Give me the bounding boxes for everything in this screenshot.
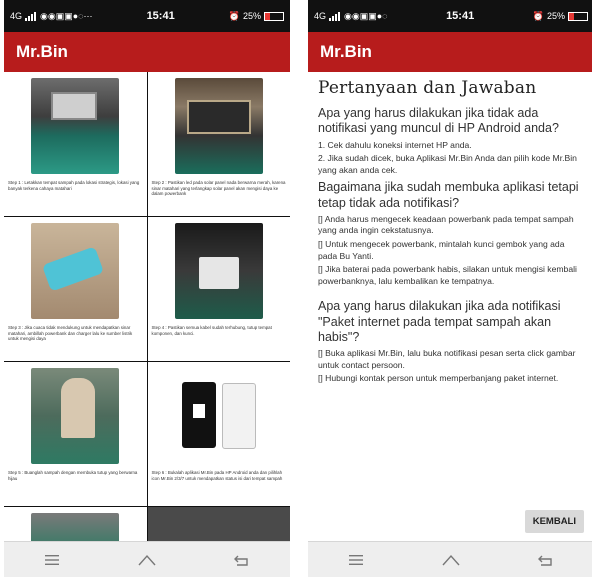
menu-nav-button[interactable] xyxy=(32,548,72,572)
faq-answer: [] Hubungi kontak person untuk memperban… xyxy=(318,373,559,384)
app-screenshot xyxy=(181,382,216,448)
menu-nav-button[interactable] xyxy=(336,548,376,572)
step-card[interactable]: Step 5 : Buanglah sampah dengan membuka … xyxy=(4,362,147,506)
faq-answer: [] Jika baterai pada powerbank habis, si… xyxy=(318,264,577,286)
signal-icon xyxy=(25,11,37,21)
step-card[interactable]: Step 1 : Letakkan tempat sampah pada lok… xyxy=(4,72,147,216)
home-icon xyxy=(138,554,156,565)
step-card[interactable]: Step 4 : Pastikan semua kabel sudah terh… xyxy=(147,217,290,361)
clock: 15:41 xyxy=(146,10,175,22)
menu-icon xyxy=(44,554,59,565)
faq-content[interactable]: Pertanyaan dan Jawaban Apa yang harus di… xyxy=(308,72,592,541)
step-photo xyxy=(31,223,120,319)
home-nav-button[interactable] xyxy=(127,548,167,572)
battery-icon xyxy=(264,11,284,21)
app-bar: Mr.Bin xyxy=(4,32,290,72)
alarm-icon: ⏰ xyxy=(532,10,544,21)
step-photo xyxy=(31,513,120,541)
faq-question: Apa yang harus dilakukan jika tidak ada … xyxy=(318,106,559,136)
home-icon xyxy=(442,554,460,565)
step-caption: Step 1 : Letakkan tempat sampah pada lok… xyxy=(8,180,140,191)
signal-icon xyxy=(329,11,341,21)
app-title: Mr.Bin xyxy=(320,42,372,61)
menu-icon xyxy=(348,554,363,565)
step-card[interactable]: Step 6 : Bukalah aplikasi Mr.Bin pada HP… xyxy=(147,362,290,506)
empty-cell xyxy=(147,507,290,541)
step-photo xyxy=(31,368,120,464)
alarm-icon: ⏰ xyxy=(228,10,240,21)
phone-screen-faq: 4G ◉◉▣▣●◌ 15:41 ⏰ 25% Mr.Bin Pertanyaan … xyxy=(308,0,592,577)
faq-title: Pertanyaan dan Jawaban xyxy=(318,78,537,98)
step-caption: Step 3 : Jika cuaca tidak mendukung untu… xyxy=(8,325,133,341)
status-bar: 4G ◉◉▣▣●◌ 15:41 ⏰ 25% xyxy=(308,0,592,32)
back-icon xyxy=(234,555,249,566)
step-photo xyxy=(31,78,120,174)
step-caption: Step 5 : Buanglah sampah dengan membuka … xyxy=(8,470,138,481)
battery-icon xyxy=(568,11,588,21)
app-bar: Mr.Bin xyxy=(308,32,592,72)
step-photo xyxy=(174,368,263,464)
app-title: Mr.Bin xyxy=(16,42,68,61)
status-bar: 4G ◉◉▣▣●◌⋯ 15:41 ⏰ 25% xyxy=(4,0,290,32)
back-button[interactable]: KEMBALI xyxy=(524,510,584,533)
step-photo xyxy=(174,78,263,174)
faq-answer: 2. Jika sudah dicek, buka Aplikasi Mr.Bi… xyxy=(318,153,577,175)
notification-icon: ◉◉▣▣●◌⋯ xyxy=(40,10,93,21)
back-nav-button[interactable] xyxy=(222,548,262,572)
step-caption: Step 4 : Pastikan semua kabel sudah terh… xyxy=(151,325,272,336)
step-card[interactable] xyxy=(4,507,147,541)
network-type-label: 4G xyxy=(314,10,327,21)
phone-screen-steps: 4G ◉◉▣▣●◌⋯ 15:41 ⏰ 25% Mr.Bin Step 1 : L… xyxy=(4,0,290,577)
faq-answer: [] Anda harus mengecek keadaan powerbank… xyxy=(318,213,574,236)
step-photo xyxy=(174,223,263,319)
system-nav-bar xyxy=(4,541,290,577)
step-caption: Step 6 : Bukalah aplikasi Mr.Bin pada HP… xyxy=(151,470,283,481)
step-caption: Step 2 : Pastikan led pada solar panel n… xyxy=(151,180,286,196)
notification-icon: ◉◉▣▣●◌ xyxy=(344,10,388,21)
faq-question: Bagaimana jika sudah membuka aplikasi te… xyxy=(318,180,579,210)
back-icon xyxy=(538,555,553,566)
step-card[interactable]: Step 2 : Pastikan led pada solar panel n… xyxy=(147,72,290,216)
app-screenshot xyxy=(221,383,256,449)
faq-question: Apa yang harus dilakukan jika ada notifi… xyxy=(318,299,561,344)
faq-answer: 1. Cek dahulu koneksi internet HP anda. xyxy=(318,139,472,150)
system-nav-bar xyxy=(308,541,592,577)
battery-percent: 25% xyxy=(546,10,565,21)
steps-grid: Step 1 : Letakkan tempat sampah pada lok… xyxy=(4,72,290,541)
clock: 15:41 xyxy=(446,10,475,22)
back-nav-button[interactable] xyxy=(526,548,566,572)
home-nav-button[interactable] xyxy=(431,548,471,572)
network-type-label: 4G xyxy=(10,10,23,21)
step-card[interactable]: Step 3 : Jika cuaca tidak mendukung untu… xyxy=(4,217,147,361)
faq-answer: [] Buka aplikasi Mr.Bin, lalu buka notif… xyxy=(318,348,576,370)
battery-percent: 25% xyxy=(242,10,261,21)
faq-answer: [] Untuk mengecek powerbank, mintalah ku… xyxy=(318,238,565,261)
